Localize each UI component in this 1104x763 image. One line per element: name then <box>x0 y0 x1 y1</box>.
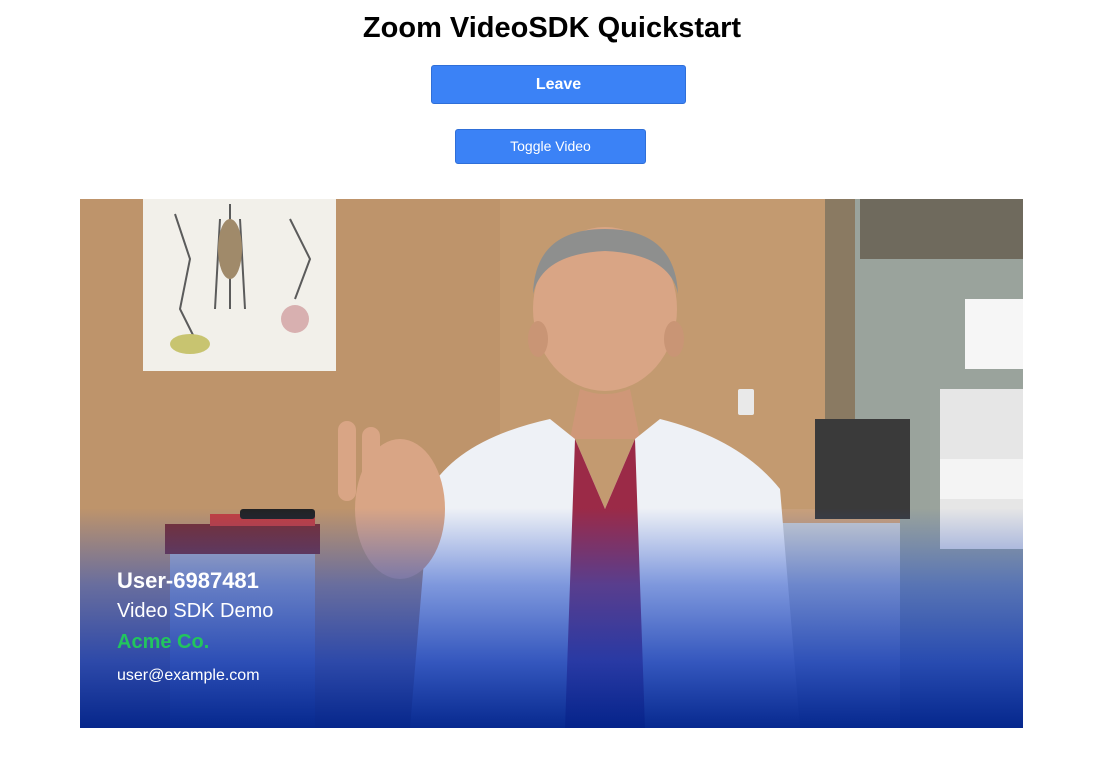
participant-email: user@example.com <box>117 667 260 684</box>
video-tile: User-6987481 Video SDK Demo Acme Co. use… <box>80 199 1023 728</box>
session-name: Video SDK Demo <box>117 600 274 622</box>
participant-info: User-6987481 Video SDK Demo Acme Co. use… <box>117 566 273 694</box>
page-title: Zoom VideoSDK Quickstart <box>362 12 742 44</box>
page: Zoom VideoSDK Quickstart Leave Toggle Vi… <box>0 0 1104 763</box>
leave-button[interactable]: Leave <box>431 65 686 104</box>
toggle-video-button[interactable]: Toggle Video <box>455 129 646 164</box>
company-name: Acme Co. <box>117 631 210 653</box>
participant-name: User-6987481 <box>117 568 259 593</box>
